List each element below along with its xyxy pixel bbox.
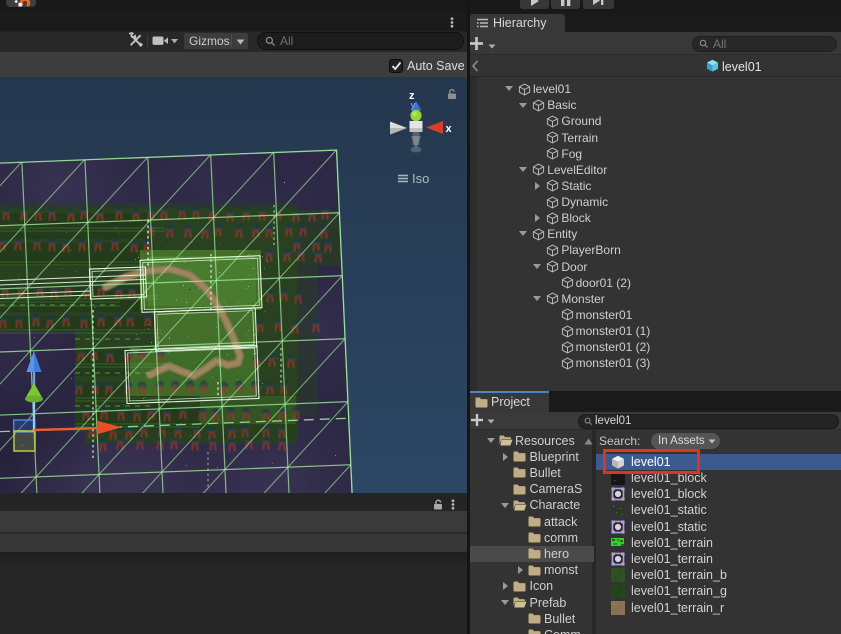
svg-text:Iso: Iso (412, 171, 429, 186)
svg-text:x: x (446, 123, 453, 135)
svg-text:y: y (411, 100, 416, 110)
